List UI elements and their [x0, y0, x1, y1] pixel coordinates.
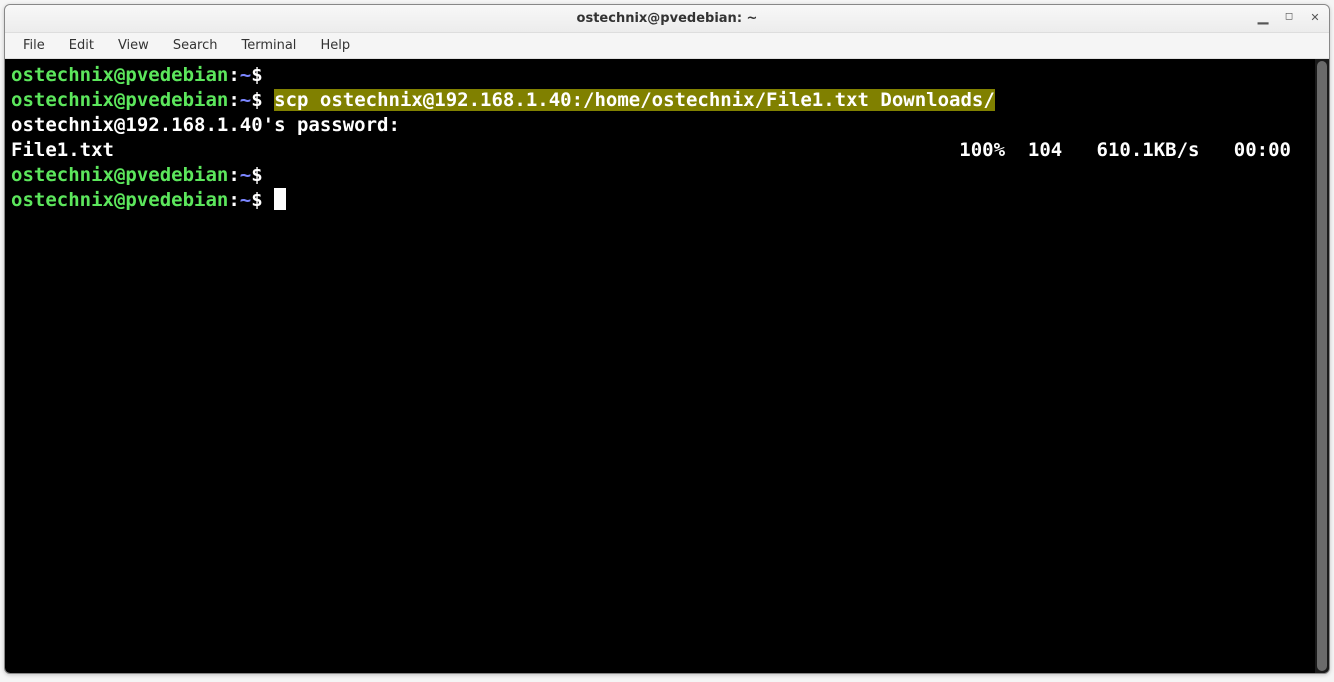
prompt-user-host: ostechnix@pvedebian — [11, 64, 228, 86]
menu-edit[interactable]: Edit — [59, 36, 104, 55]
scrollbar[interactable] — [1315, 59, 1329, 673]
cursor-icon — [274, 188, 286, 210]
prompt-path: ~ — [240, 89, 251, 111]
menu-terminal[interactable]: Terminal — [231, 36, 306, 55]
transfer-stats: 100% 104 610.1KB/s 00:00 — [959, 138, 1291, 163]
prompt-dollar: $ — [251, 189, 262, 211]
window-title: ostechnix@pvedebian: ~ — [577, 11, 758, 26]
prompt-user-host: ostechnix@pvedebian — [11, 164, 228, 186]
prompt-user-host: ostechnix@pvedebian — [11, 189, 228, 211]
menu-search[interactable]: Search — [163, 36, 228, 55]
terminal-line: ostechnix@pvedebian:~$ — [11, 163, 1323, 188]
menu-file[interactable]: File — [13, 36, 55, 55]
prompt-path: ~ — [240, 64, 251, 86]
prompt-colon: : — [228, 89, 239, 111]
minimize-button[interactable]: ▁ — [1257, 11, 1269, 23]
terminal-line: ostechnix@192.168.1.40's password: — [11, 113, 1323, 138]
maximize-button[interactable]: ◻ — [1283, 11, 1295, 23]
menu-view[interactable]: View — [108, 36, 159, 55]
menu-help[interactable]: Help — [310, 36, 360, 55]
menubar: File Edit View Search Terminal Help — [5, 33, 1329, 59]
terminal-line: ostechnix@pvedebian:~$ — [11, 188, 1323, 213]
terminal-line: ostechnix@pvedebian:~$ scp ostechnix@192… — [11, 88, 1323, 113]
command-text-highlighted: scp ostechnix@192.168.1.40:/home/ostechn… — [274, 89, 995, 111]
titlebar: ostechnix@pvedebian: ~ ▁ ◻ ✕ — [5, 5, 1329, 33]
terminal-window: ostechnix@pvedebian: ~ ▁ ◻ ✕ File Edit V… — [4, 4, 1330, 674]
terminal-line: File1.txt 100% 104 610.1KB/s 00:00 — [11, 138, 1323, 163]
terminal-line: ostechnix@pvedebian:~$ — [11, 63, 1323, 88]
prompt-path: ~ — [240, 164, 251, 186]
prompt-colon: : — [228, 64, 239, 86]
window-controls: ▁ ◻ ✕ — [1257, 11, 1321, 23]
prompt-colon: : — [228, 164, 239, 186]
close-button[interactable]: ✕ — [1309, 11, 1321, 23]
terminal-output[interactable]: ostechnix@pvedebian:~$ ostechnix@pvedebi… — [5, 59, 1329, 673]
output-text: ostechnix@192.168.1.40's password: — [11, 114, 400, 136]
prompt-dollar: $ — [251, 64, 262, 86]
prompt-user-host: ostechnix@pvedebian — [11, 89, 228, 111]
prompt-dollar: $ — [251, 89, 262, 111]
prompt-path: ~ — [240, 189, 251, 211]
prompt-dollar: $ — [251, 164, 262, 186]
prompt-colon: : — [228, 189, 239, 211]
scrollbar-thumb[interactable] — [1317, 61, 1327, 671]
transfer-filename: File1.txt — [11, 138, 114, 163]
